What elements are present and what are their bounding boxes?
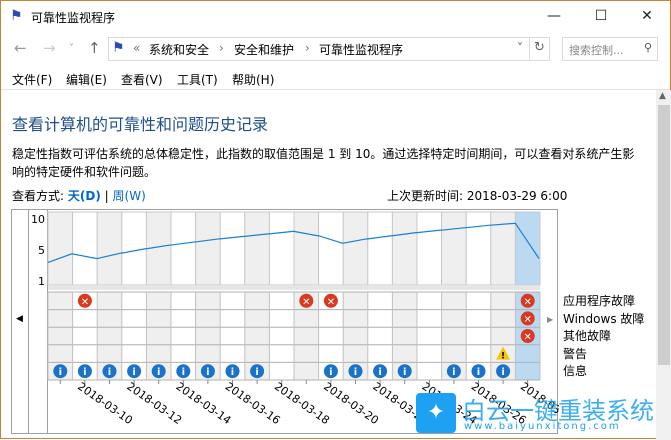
day-column [514, 211, 541, 286]
warning-mark: ! [501, 352, 505, 362]
crumb-reliability-monitor[interactable]: 可靠性监视程序 [319, 41, 403, 58]
day-column [170, 211, 197, 286]
last-update: 上次更新时间: 2018-03-29 6:00 [387, 189, 568, 203]
icon-glyph: i [206, 367, 209, 378]
back-icon[interactable]: ← [14, 39, 27, 57]
day-column [465, 211, 492, 286]
icon-glyph: i [108, 367, 111, 378]
day-column [96, 211, 123, 286]
icon-glyph: i [403, 367, 406, 378]
icon-glyph: ✕ [524, 332, 532, 343]
day-column [441, 211, 467, 286]
divider [1, 89, 670, 90]
menu-help[interactable]: 帮助(H) [232, 71, 274, 88]
icon-glyph: i [378, 367, 381, 378]
day-column [342, 211, 369, 286]
day-column [293, 211, 320, 286]
icon-glyph: i [255, 367, 258, 378]
icon-glyph: i [157, 367, 160, 378]
icon-glyph: ✕ [81, 297, 89, 308]
crumb-separator-icon: › [305, 41, 310, 55]
divider [529, 37, 530, 61]
icon-glyph: i [59, 367, 62, 378]
menu-view[interactable]: 查看(V) [121, 71, 163, 88]
description-line-2: 响的特定硬件和软件问题。 [12, 165, 157, 179]
view-by: 查看方式: 天(D) | 周(W) [12, 187, 146, 204]
refresh-icon[interactable]: ↻ [534, 40, 545, 55]
y-tick-label: 5 [38, 244, 45, 257]
description-line-1: 稳定性指数可评估系统的总体稳定性，此指数的取值范围是 1 到 10。通过选择特定… [12, 147, 635, 161]
day-column [416, 211, 443, 286]
day-column [219, 211, 246, 286]
day-column [318, 211, 344, 286]
day-column [47, 211, 74, 286]
crumb-separator-icon: › [219, 41, 224, 55]
scroll-right-icon[interactable]: ▶ [547, 315, 553, 324]
search-placeholder: 搜索控制... [569, 44, 624, 57]
icon-glyph: i [329, 367, 332, 378]
row-label: 其他故障 [563, 329, 612, 344]
icon-glyph: i [501, 367, 504, 378]
icon-glyph: i [132, 367, 135, 378]
day-event-column [417, 292, 442, 380]
view-day-link[interactable]: 天(D) [68, 189, 101, 203]
day-column [268, 211, 295, 286]
icon-glyph: i [182, 367, 185, 378]
day-column [367, 211, 393, 286]
scrollbar-thumb[interactable] [658, 105, 670, 365]
icon-glyph: i [231, 367, 234, 378]
page-heading: 查看计算机的可靠性和问题历史记录 [12, 115, 269, 134]
icon-glyph: ✕ [327, 297, 335, 308]
menu-tools[interactable]: 工具(T) [177, 71, 218, 88]
search-input[interactable]: 搜索控制... ⚲ [562, 37, 658, 61]
crumb-system-security[interactable]: 系统和安全 [149, 41, 209, 58]
icon-glyph: ✕ [302, 297, 310, 308]
close-button[interactable]: ✕ [624, 1, 670, 32]
day-column [490, 211, 516, 286]
row-label: 警告 [563, 346, 588, 361]
icon-glyph: i [83, 367, 86, 378]
dropdown-chevron-icon[interactable]: ˅ [517, 41, 523, 55]
recent-chevron-icon[interactable]: ˅ [69, 43, 74, 54]
row-label: 信息 [563, 364, 588, 379]
icon-glyph: i [477, 367, 480, 378]
address-bar[interactable]: ⚑ « 系统和安全 › 安全和维护 › 可靠性监视程序 ˅ ↻ [108, 37, 550, 61]
day-column [121, 211, 147, 286]
bird-icon: ✦ [416, 393, 456, 433]
search-icon[interactable]: ⚲ [644, 41, 652, 54]
flag-icon: ⚑ [10, 8, 23, 24]
view-separator: | [104, 189, 109, 203]
day-column [391, 211, 418, 286]
up-icon[interactable]: ↑ [88, 39, 101, 57]
overflow-chevron[interactable]: « [133, 41, 140, 55]
day-column [195, 211, 221, 286]
scroll-up-icon[interactable]: ▲ [659, 91, 666, 101]
y-tick-label: 1 [38, 275, 45, 288]
day-column [72, 211, 98, 286]
view-week-link[interactable]: 周(W) [113, 189, 146, 203]
forward-icon[interactable]: → [43, 39, 56, 57]
title-bar: ⚑ 可靠性监视程序 — ☐ ✕ [1, 1, 670, 32]
maximize-button[interactable]: ☐ [578, 1, 624, 32]
flag-icon: ⚑ [112, 40, 125, 56]
day-column [244, 211, 270, 286]
icon-glyph: i [354, 367, 357, 378]
row-label: 应用程序故障 [563, 294, 636, 308]
icon-glyph: ✕ [524, 314, 532, 325]
view-label: 查看方式: [12, 189, 65, 203]
window-title: 可靠性监视程序 [31, 11, 116, 25]
icon-glyph: i [452, 367, 455, 378]
day-event-column [269, 292, 294, 380]
minimize-button[interactable]: — [531, 1, 577, 32]
menu-file[interactable]: 文件(F) [12, 71, 52, 88]
y-tick-label: 10 [31, 213, 45, 226]
graph-separator [48, 286, 540, 290]
watermark-url: www.baiyunxitong.com [464, 421, 621, 432]
row-label: Windows 故障 [563, 311, 645, 326]
menu-edit[interactable]: 编辑(E) [66, 71, 107, 88]
crumb-security-maintenance[interactable]: 安全和维护 [234, 41, 294, 58]
icon-glyph: ✕ [524, 297, 532, 308]
